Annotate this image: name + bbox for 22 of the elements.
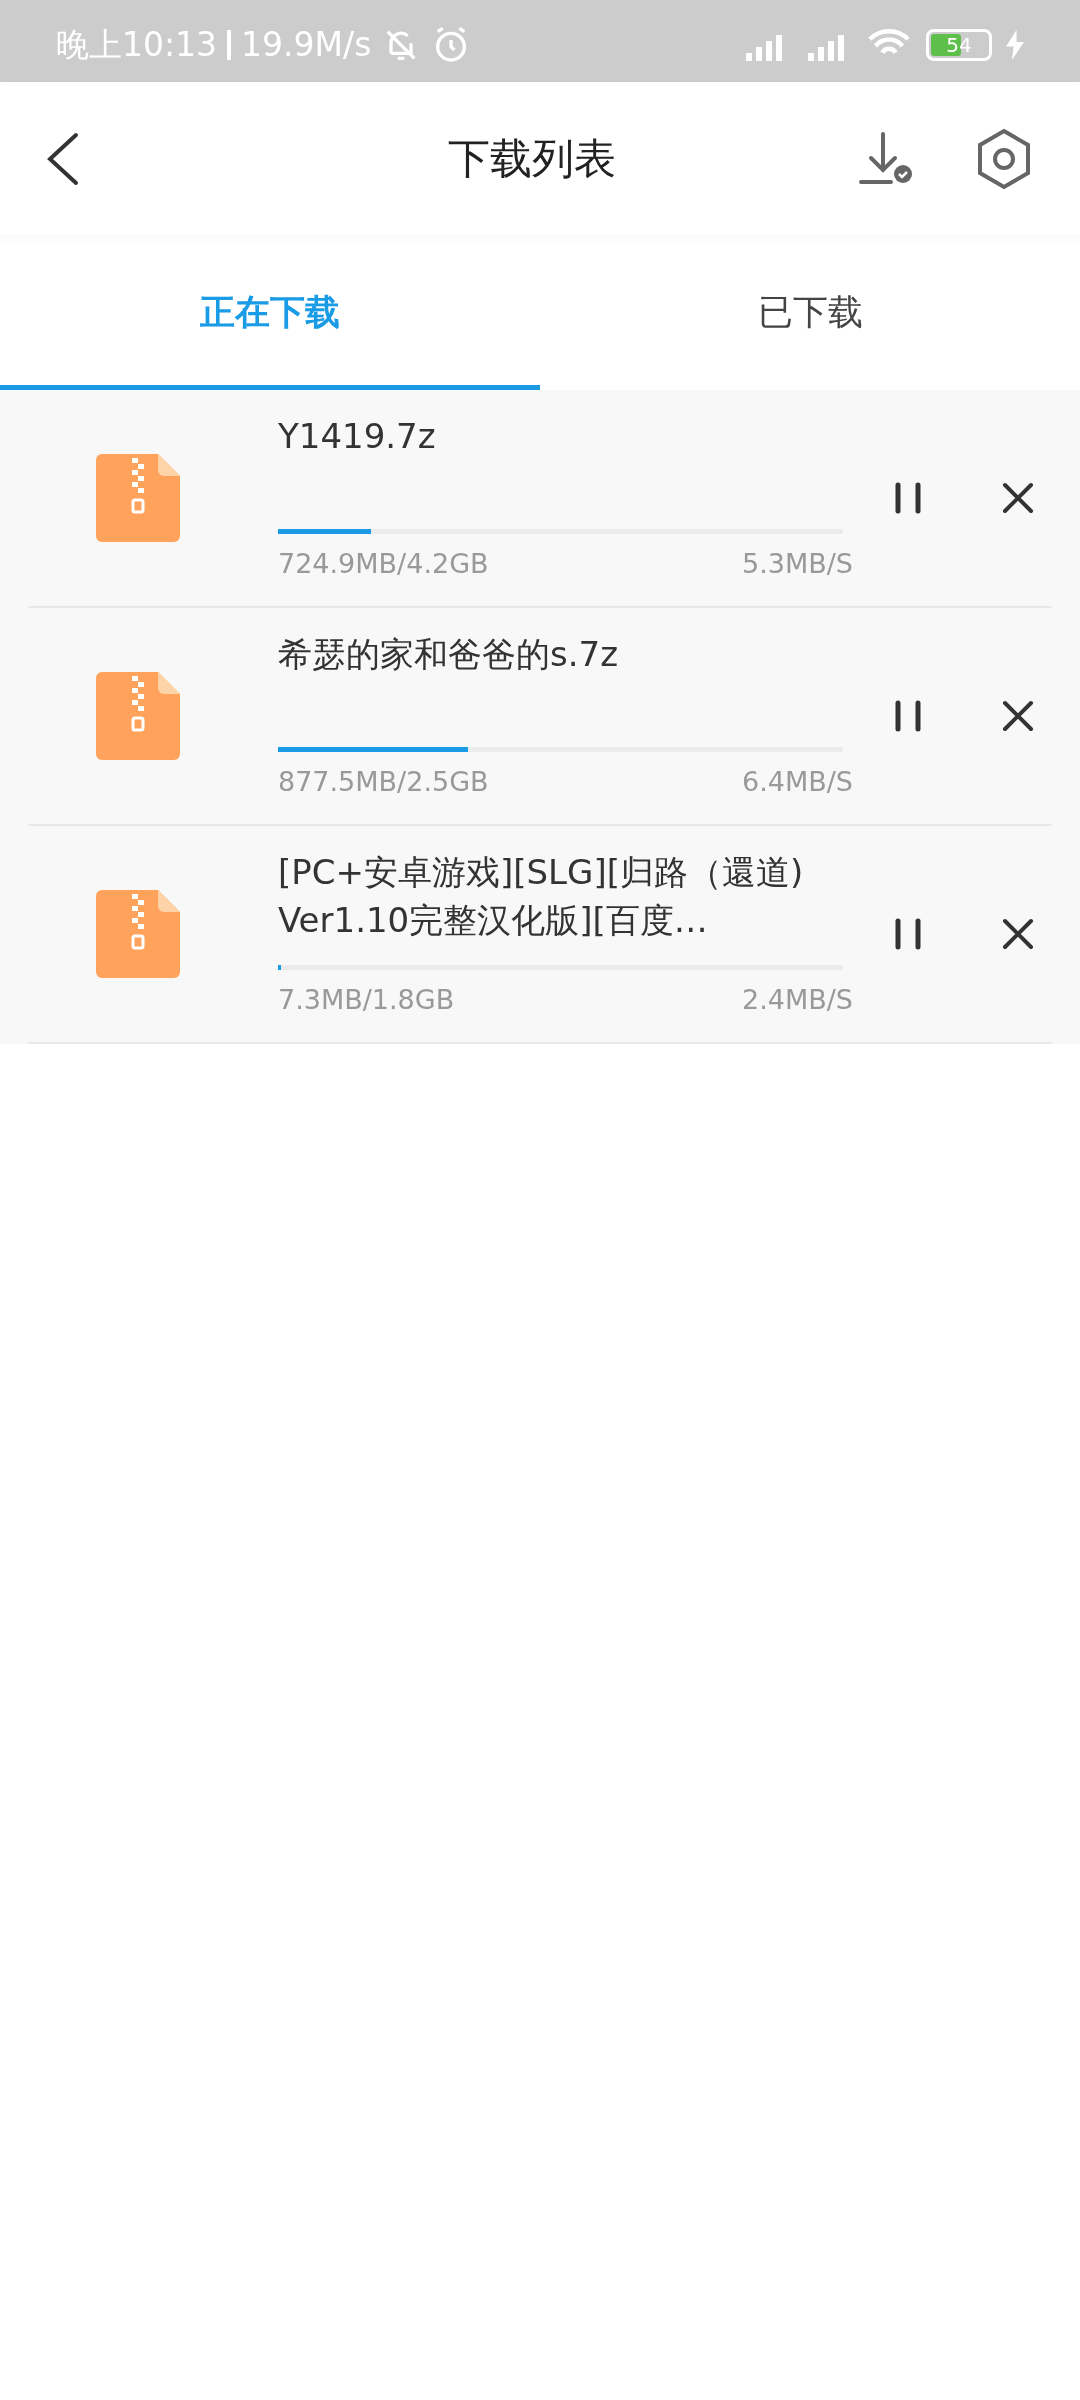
close-icon	[1002, 918, 1034, 950]
status-separator	[227, 30, 232, 60]
file-name: [PC+安卓游戏][SLG][归路（還道) Ver1.10完整汉化版][百度…	[278, 851, 805, 942]
file-name: 希瑟的家和爸爸的s.7z	[278, 633, 619, 676]
download-size: 7.3MB/1.8GB	[278, 982, 455, 1017]
close-icon	[1002, 482, 1034, 514]
download-size: 724.9MB/4.2GB	[278, 546, 489, 581]
zip-file-icon	[96, 890, 180, 978]
pause-icon	[893, 700, 923, 732]
zip-file-icon	[96, 672, 180, 760]
pause-icon	[893, 918, 923, 950]
download-speed: 5.3MB/S	[742, 546, 853, 581]
zip-file-icon	[96, 454, 180, 542]
pause-icon	[893, 482, 923, 514]
close-icon	[1002, 700, 1034, 732]
tab[interactable]: 已下载	[540, 235, 1080, 390]
file-name: Y1419.7z	[278, 415, 437, 458]
charging-icon	[1006, 30, 1024, 60]
download-speed: 6.4MB/S	[742, 764, 853, 799]
page-title: 下载列表	[448, 133, 616, 185]
download-size: 877.5MB/2.5GB	[278, 764, 489, 799]
download-speed: 2.4MB/S	[742, 982, 853, 1017]
